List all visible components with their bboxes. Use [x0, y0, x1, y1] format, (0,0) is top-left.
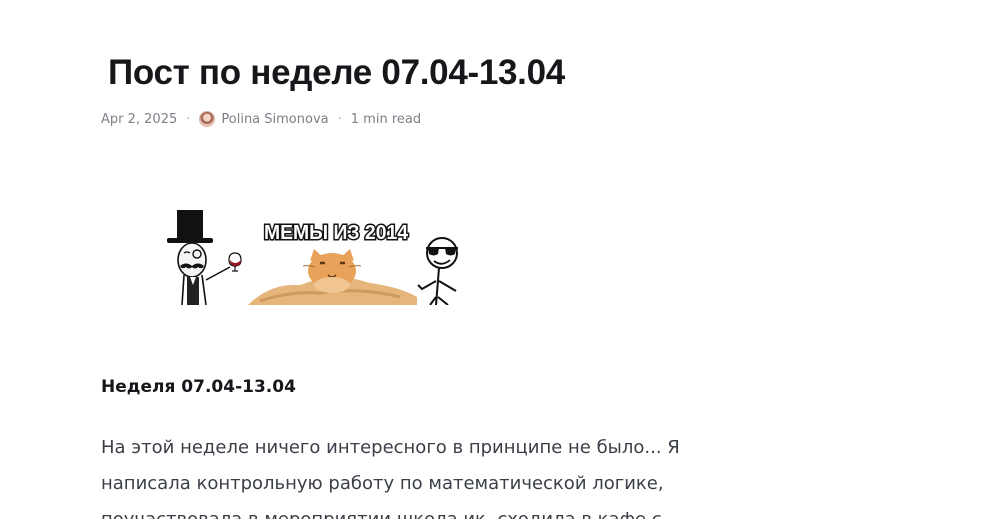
- post-paragraph: На этой неделе ничего интересного в прин…: [101, 437, 680, 519]
- author-name[interactable]: Polina Simonova: [221, 112, 328, 127]
- cool-stickman-icon: [417, 237, 458, 305]
- cat-meme-icon: [248, 249, 417, 305]
- post-page: Пост по неделе 07.04-13.04 Apr 2, 2025 ·…: [0, 0, 1005, 519]
- read-time: 1 min read: [350, 111, 422, 127]
- feature-image: МЕМЫ ИЗ 2014: [167, 210, 458, 305]
- post-date: Apr 2, 2025: [101, 111, 178, 127]
- post-title: Пост по неделе 07.04-13.04: [108, 53, 565, 92]
- meta-separator: ·: [186, 111, 191, 127]
- meta-separator: ·: [337, 111, 342, 127]
- gentleman-meme-icon: [167, 210, 242, 305]
- post-meta: Apr 2, 2025 · Polina Simonova · 1 min re…: [101, 109, 421, 129]
- section-heading: Неделя 07.04-13.04: [101, 377, 296, 397]
- meme-caption: МЕМЫ ИЗ 2014: [264, 222, 409, 244]
- author-avatar-icon[interactable]: [199, 111, 216, 127]
